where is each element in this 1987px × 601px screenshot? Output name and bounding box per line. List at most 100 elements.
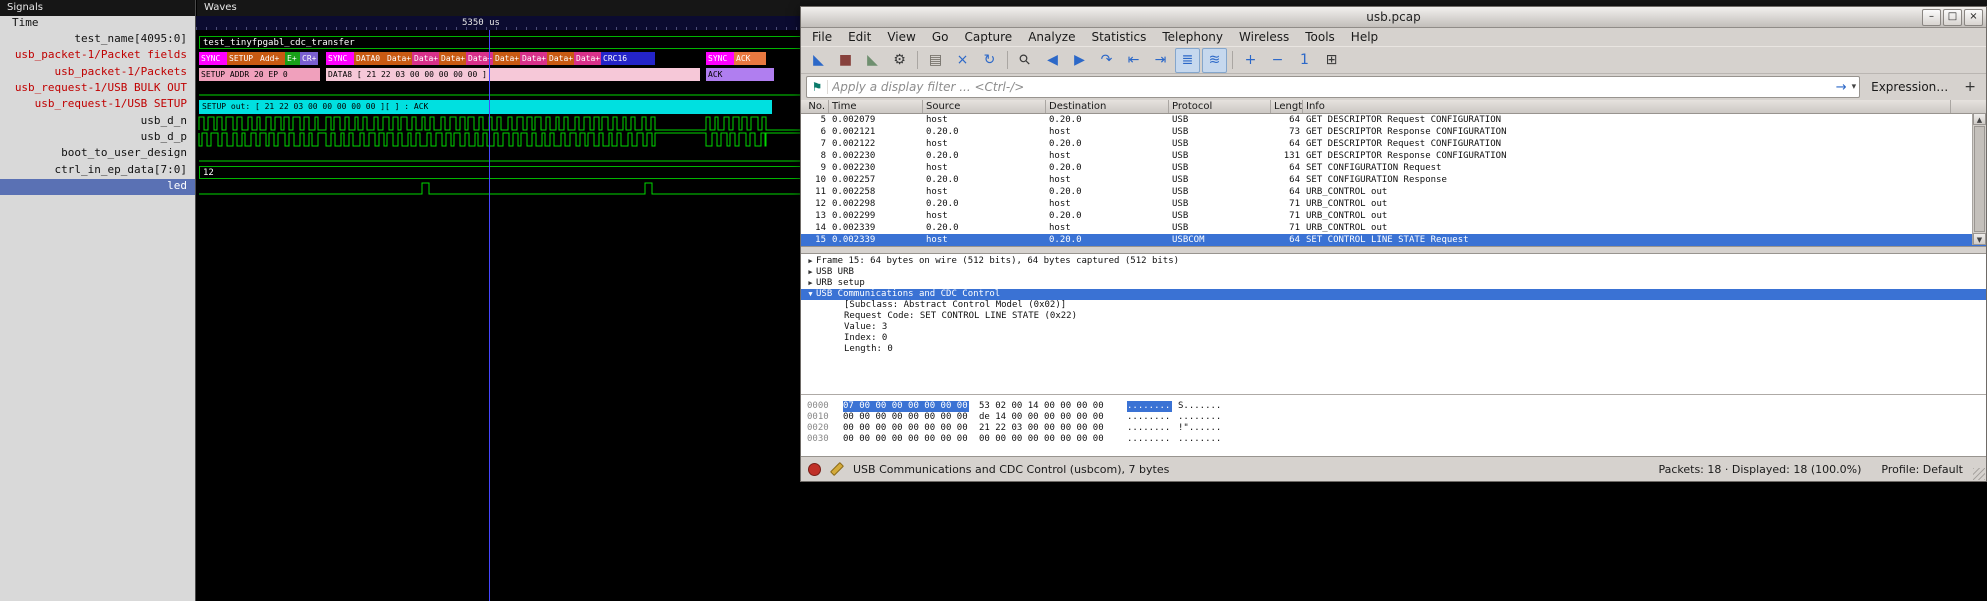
cell-source: host: [923, 210, 1046, 222]
column-header-info[interactable]: Info: [1303, 100, 1951, 113]
packet-row-11[interactable]: 110.002258host0.20.0USB64URB_CONTROL out: [801, 186, 1986, 198]
bookmark-icon[interactable]: ⚑: [807, 80, 828, 94]
close-file-button[interactable]: ×: [950, 48, 975, 73]
signal-item-usb-packet-1-packets[interactable]: usb_packet-1/Packets: [0, 65, 195, 81]
column-header-destination[interactable]: Destination: [1046, 100, 1169, 113]
resize-columns-button[interactable]: ⊞: [1319, 48, 1344, 73]
column-header-length[interactable]: Length: [1271, 100, 1303, 113]
detail-row-subclass-abstract-cont[interactable]: [Subclass: Abstract Control Model (0x02)…: [801, 300, 1986, 311]
detail-row-usb-communications-and-c[interactable]: ▼USB Communications and CDC Control: [801, 289, 1986, 300]
detail-row-usb-urb[interactable]: ▶USB URB: [801, 267, 1986, 278]
capture-options-button[interactable]: ⚙: [887, 48, 912, 73]
scrollbar-thumb[interactable]: [1974, 126, 1985, 232]
detail-row-value-3[interactable]: Value: 3: [801, 322, 1986, 333]
profile-status[interactable]: Profile: Default: [1881, 463, 1963, 476]
zoom-original-button[interactable]: 1: [1292, 48, 1317, 73]
signal-item-usb-d-n[interactable]: usb_d_n: [0, 114, 195, 130]
scroll-up-button[interactable]: ▲: [1973, 113, 1986, 125]
cell-info: GET DESCRIPTOR Response CONFIGURATION: [1303, 150, 1951, 162]
zoom-in-button[interactable]: +: [1238, 48, 1263, 73]
go-first-icon: ⇤: [1128, 53, 1140, 67]
add-filter-button[interactable]: +: [1959, 79, 1981, 95]
menu-telephony[interactable]: Telephony: [1154, 28, 1231, 46]
menu-statistics[interactable]: Statistics: [1083, 28, 1154, 46]
go-forward-button[interactable]: ▶: [1067, 48, 1092, 73]
column-header-no[interactable]: No.: [801, 100, 829, 113]
go-first-button[interactable]: ⇤: [1121, 48, 1146, 73]
auto-scroll-button[interactable]: ≣: [1175, 48, 1200, 73]
signal-item-test-name-4095-0[interactable]: test_name[4095:0]: [0, 32, 195, 48]
expander-icon[interactable]: ▶: [805, 278, 816, 289]
hex-row-0030[interactable]: 003000 00 00 00 00 00 00 0000 00 00 00 0…: [801, 434, 1986, 445]
column-header-protocol[interactable]: Protocol: [1169, 100, 1271, 113]
signal-item-led[interactable]: led: [0, 179, 195, 195]
menu-analyze[interactable]: Analyze: [1020, 28, 1083, 46]
window-resize-grip[interactable]: [1973, 468, 1985, 480]
main-toolbar: ◣■◣⚙▤×↻⚲◀▶↷⇤⇥≣≋+−1⊞: [801, 46, 1986, 74]
go-last-button[interactable]: ⇥: [1148, 48, 1173, 73]
packet-row-7[interactable]: 70.002122host0.20.0USB64GET DESCRIPTOR R…: [801, 138, 1986, 150]
packet-list-scrollbar[interactable]: ▲ ▼: [1972, 113, 1986, 245]
filter-dropdown-icon[interactable]: ▾: [1849, 82, 1860, 92]
capture-comment-icon[interactable]: [830, 462, 844, 476]
hex-row-0000[interactable]: 000007 00 00 00 00 00 00 0053 02 00 14 0…: [801, 401, 1986, 412]
expression-button[interactable]: Expression…: [1865, 80, 1954, 94]
go-to-packet-button[interactable]: ↷: [1094, 48, 1119, 73]
packet-row-8[interactable]: 80.0022300.20.0hostUSB131GET DESCRIPTOR …: [801, 150, 1986, 162]
menu-edit[interactable]: Edit: [840, 28, 879, 46]
status-right: Packets: 18 · Displayed: 18 (100.0%) Pro…: [1658, 463, 1979, 476]
open-file-button[interactable]: ▤: [923, 48, 948, 73]
detail-row-length-0[interactable]: Length: 0: [801, 344, 1986, 355]
column-header-source[interactable]: Source: [923, 100, 1046, 113]
hex-row-0020[interactable]: 002000 00 00 00 00 00 00 0021 22 03 00 0…: [801, 423, 1986, 434]
minimize-button[interactable]: –: [1922, 9, 1941, 26]
column-header-time[interactable]: Time: [829, 100, 923, 113]
restart-capture-button[interactable]: ◣: [860, 48, 885, 73]
packet-row-5[interactable]: 50.002079host0.20.0USB64GET DESCRIPTOR R…: [801, 114, 1986, 126]
detail-row-request-code-set-contro[interactable]: Request Code: SET CONTROL LINE STATE (0x…: [801, 311, 1986, 322]
packet-row-13[interactable]: 130.002299host0.20.0USB71URB_CONTROL out: [801, 210, 1986, 222]
close-button[interactable]: ×: [1964, 9, 1983, 26]
packet-row-6[interactable]: 60.0021210.20.0hostUSB73GET DESCRIPTOR R…: [801, 126, 1986, 138]
apply-filter-icon[interactable]: →: [1834, 80, 1849, 95]
detail-row-index-0[interactable]: Index: 0: [801, 333, 1986, 344]
go-back-button[interactable]: ◀: [1040, 48, 1065, 73]
maximize-button[interactable]: □: [1943, 9, 1962, 26]
zoom-out-button[interactable]: −: [1265, 48, 1290, 73]
signal-item-ctrl-in-ep-data-7-0[interactable]: ctrl_in_ep_data[7:0]: [0, 163, 195, 179]
reload-file-button[interactable]: ↻: [977, 48, 1002, 73]
packet-row-12[interactable]: 120.0022980.20.0hostUSB71URB_CONTROL out: [801, 198, 1986, 210]
menu-go[interactable]: Go: [924, 28, 957, 46]
packet-row-10[interactable]: 100.0022570.20.0hostUSB64SET CONFIGURATI…: [801, 174, 1986, 186]
packet-row-9[interactable]: 90.002230host0.20.0USB64SET CONFIGURATIO…: [801, 162, 1986, 174]
expander-icon[interactable]: ▶: [805, 256, 816, 267]
detail-row-urb-setup[interactable]: ▶URB setup: [801, 278, 1986, 289]
menu-tools[interactable]: Tools: [1297, 28, 1343, 46]
menu-capture[interactable]: Capture: [956, 28, 1020, 46]
signal-item-usb-d-p[interactable]: usb_d_p: [0, 130, 195, 146]
window-titlebar[interactable]: usb.pcap –□×: [801, 7, 1986, 28]
detail-row-frame-15-64-bytes-on-wi[interactable]: ▶Frame 15: 64 bytes on wire (512 bits), …: [801, 256, 1986, 267]
menu-wireless[interactable]: Wireless: [1231, 28, 1297, 46]
pane-splitter[interactable]: [801, 246, 1986, 254]
expert-info-icon[interactable]: [808, 463, 821, 476]
signal-item-usb-request-1-usb-setup[interactable]: usb_request-1/USB SETUP: [0, 97, 195, 113]
packet-row-14[interactable]: 140.0023390.20.0hostUSB71URB_CONTROL out: [801, 222, 1986, 234]
signal-item-boot-to-user-design[interactable]: boot_to_user_design: [0, 146, 195, 162]
display-filter-input[interactable]: [828, 80, 1834, 94]
menu-view[interactable]: View: [879, 28, 923, 46]
start-capture-button[interactable]: ◣: [806, 48, 831, 73]
stop-capture-button[interactable]: ■: [833, 48, 858, 73]
signal-item-usb-request-1-usb-bulk-out[interactable]: usb_request-1/USB BULK OUT: [0, 81, 195, 97]
expander-icon[interactable]: ▼: [805, 289, 816, 300]
scroll-down-button[interactable]: ▼: [1973, 233, 1986, 245]
menu-file[interactable]: File: [804, 28, 840, 46]
signal-item-usb-packet-1-packet-fields[interactable]: usb_packet-1/Packet fields: [0, 48, 195, 64]
menu-help[interactable]: Help: [1343, 28, 1386, 46]
colorize-button[interactable]: ≋: [1202, 48, 1227, 73]
expander-icon[interactable]: ▶: [805, 267, 816, 278]
find-packet-button[interactable]: ⚲: [1013, 48, 1038, 73]
hex-row-0010[interactable]: 001000 00 00 00 00 00 00 00de 14 00 00 0…: [801, 412, 1986, 423]
packet-row-15[interactable]: 150.002339host0.20.0USBCOM64SET CONTROL …: [801, 234, 1986, 246]
time-cursor[interactable]: [489, 30, 490, 601]
